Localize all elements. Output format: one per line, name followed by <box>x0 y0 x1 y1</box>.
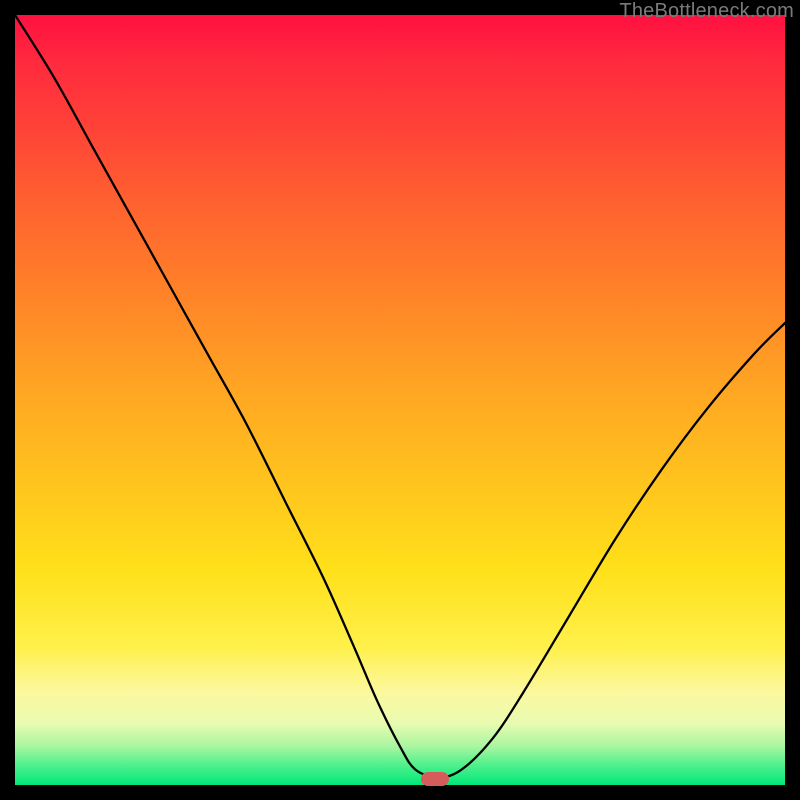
optimal-point-marker <box>421 772 449 786</box>
chart-frame: TheBottleneck.com <box>0 0 800 800</box>
gradient-plot-area <box>15 15 785 785</box>
bottleneck-curve <box>15 15 785 777</box>
curve-svg <box>15 15 785 785</box>
watermark-text: TheBottleneck.com <box>619 0 794 23</box>
